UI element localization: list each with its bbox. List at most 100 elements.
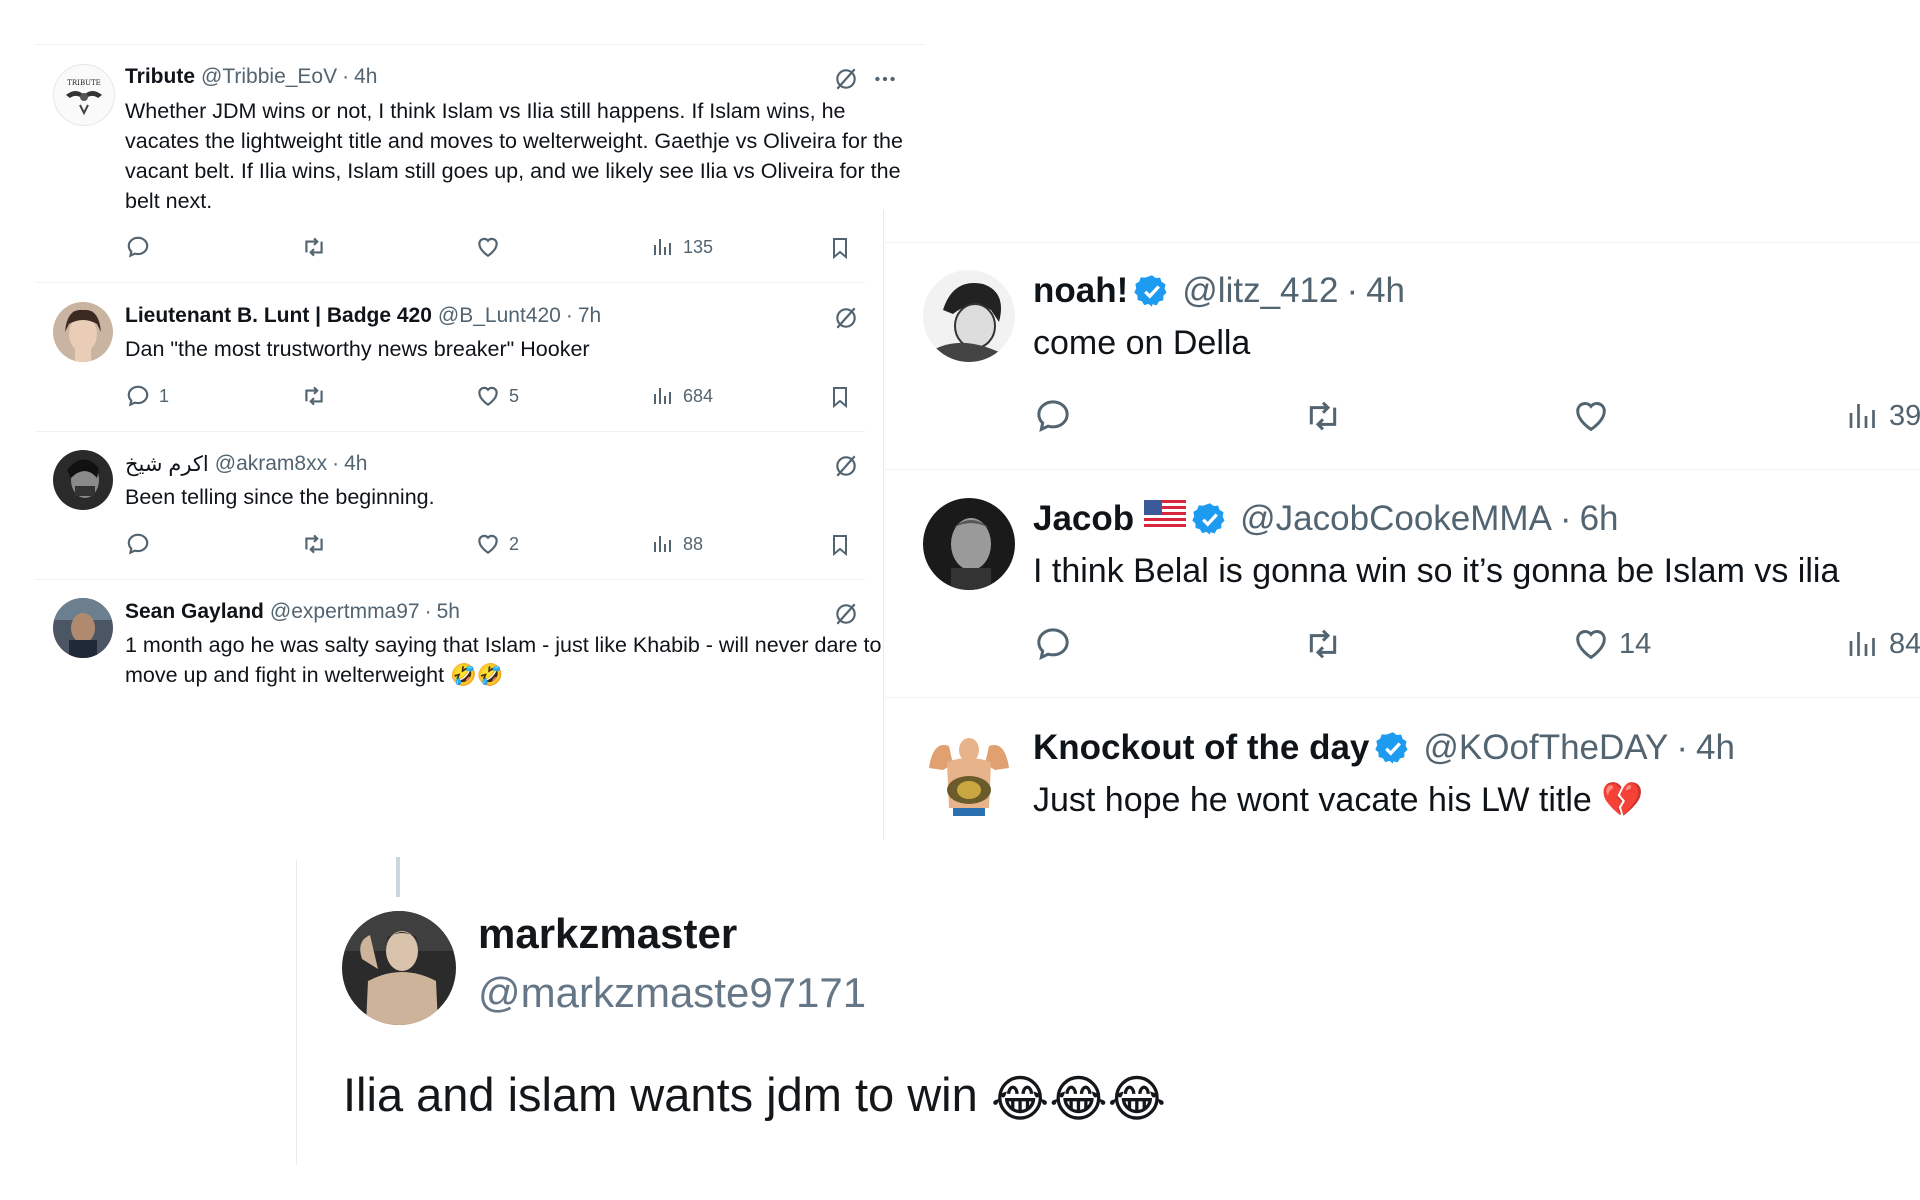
avatar[interactable] xyxy=(53,302,113,362)
like-count: 2 xyxy=(509,533,520,554)
verified-icon xyxy=(1134,273,1170,309)
divider xyxy=(883,242,1920,243)
like-button[interactable]: 2 xyxy=(475,531,519,557)
reply-icon xyxy=(127,385,149,407)
timestamp[interactable]: 4h xyxy=(354,65,377,89)
author-name[interactable]: markzmaster xyxy=(478,910,737,958)
tweet-header: Lieutenant B. Lunt | Badge 420 @B_Lunt42… xyxy=(125,301,601,331)
retweet-icon xyxy=(305,386,323,406)
separator-dot: · xyxy=(1676,728,1689,767)
views-button[interactable]: 39 xyxy=(1845,396,1920,436)
author-handle[interactable]: @markzmaste97171 xyxy=(478,969,866,1017)
grok-icon[interactable] xyxy=(833,453,859,484)
reply-text-body: Ilia and islam wants jdm to win xyxy=(343,1068,978,1121)
author-handle[interactable]: @expertmma97 xyxy=(270,600,420,624)
timestamp[interactable]: 4h xyxy=(1696,728,1735,768)
view-count: 684 xyxy=(683,385,714,406)
reply-button[interactable] xyxy=(1033,396,1073,436)
bookmark-button[interactable] xyxy=(828,383,852,411)
views-button[interactable]: 84 xyxy=(1845,624,1920,664)
divider xyxy=(35,44,925,45)
author-handle[interactable]: @Tribbie_EoV xyxy=(201,65,337,89)
like-button[interactable]: 14 xyxy=(1571,624,1651,664)
retweet-icon xyxy=(1309,401,1337,431)
reply-button[interactable] xyxy=(125,234,159,260)
panel-border xyxy=(296,860,297,1165)
reply-button[interactable]: 1 xyxy=(125,383,169,409)
author-handle[interactable]: @JacobCookeMMA xyxy=(1240,499,1552,539)
bookmark-button[interactable] xyxy=(828,234,852,262)
small-feed-screenshot: TRIBUTE Tribute @Tribbie_EoV · 4h Whethe… xyxy=(0,0,925,835)
divider xyxy=(883,469,1920,470)
views-button[interactable]: 684 xyxy=(651,383,713,409)
retweet-button[interactable] xyxy=(300,383,328,409)
avatar[interactable] xyxy=(923,498,1015,590)
tweet-header: اكرم شيخ @akram8xx · 4h xyxy=(125,449,367,479)
avatar[interactable] xyxy=(53,598,113,658)
author-handle[interactable]: @KOofTheDAY xyxy=(1423,728,1668,768)
grok-icon[interactable] xyxy=(833,66,859,97)
like-icon xyxy=(478,534,498,554)
timestamp[interactable]: 7h xyxy=(578,304,601,328)
view-count: 88 xyxy=(683,533,704,554)
author-handle[interactable]: @litz_412 xyxy=(1182,271,1338,311)
timestamp[interactable]: 4h xyxy=(1366,271,1405,311)
author-handle[interactable]: @akram8xx xyxy=(215,452,327,476)
reply-icon xyxy=(1037,628,1069,660)
tweet-text: 1 month ago he was salty saying that Isl… xyxy=(125,633,882,687)
divider xyxy=(35,282,865,283)
avatar[interactable]: TRIBUTE xyxy=(53,64,115,126)
author-name[interactable]: noah! xyxy=(1033,271,1128,311)
retweet-icon xyxy=(305,237,323,257)
avatar[interactable] xyxy=(923,728,1015,820)
like-button[interactable] xyxy=(475,234,509,260)
author-name[interactable]: Tribute xyxy=(125,65,195,89)
views-button[interactable]: 135 xyxy=(651,234,713,260)
more-icon[interactable] xyxy=(872,66,898,97)
retweet-icon xyxy=(305,534,323,554)
tweet-text: I think Belal is gonna win so it’s gonna… xyxy=(1033,552,1840,590)
reply-button[interactable] xyxy=(1033,624,1073,664)
bookmark-button[interactable] xyxy=(828,531,852,559)
views-button[interactable]: 88 xyxy=(651,531,703,557)
view-count: 39 xyxy=(1889,399,1920,432)
separator-dot: · xyxy=(1559,499,1572,538)
like-icon xyxy=(1576,402,1606,432)
views-icon xyxy=(654,239,671,255)
reply-text: Ilia and islam wants jdm to win 😂😂😂 xyxy=(343,1067,1166,1128)
author-name[interactable]: Lieutenant B. Lunt | Badge 420 xyxy=(125,304,432,328)
timestamp[interactable]: 4h xyxy=(344,452,367,476)
like-button[interactable]: 5 xyxy=(475,383,519,409)
author-name[interactable]: Sean Gayland xyxy=(125,600,264,624)
separator-dot: · xyxy=(565,304,573,327)
panel-border xyxy=(883,210,884,840)
like-button[interactable] xyxy=(1571,396,1619,436)
retweet-button[interactable] xyxy=(1301,624,1345,664)
timestamp[interactable]: 5h xyxy=(437,600,460,624)
author-handle[interactable]: @B_Lunt420 xyxy=(438,304,561,328)
avatar[interactable] xyxy=(53,450,113,510)
like-icon xyxy=(478,386,498,406)
tweet-header: noah! @litz_412 · 4h xyxy=(1033,268,1405,314)
author-name[interactable]: Knockout of the day xyxy=(1033,728,1369,768)
tweet-header: Sean Gayland @expertmma97 · 5h xyxy=(125,597,460,627)
timestamp[interactable]: 6h xyxy=(1580,499,1619,539)
thread-line xyxy=(396,857,400,897)
reply-card-screenshot: markzmaster @markzmaste97171 Ilia and is… xyxy=(0,845,1920,1200)
author-name[interactable]: Jacob xyxy=(1033,499,1134,539)
retweet-icon xyxy=(1309,629,1337,659)
tweet-header: Jacob @JacobCookeMMA · 6h xyxy=(1033,496,1619,542)
grok-icon[interactable] xyxy=(833,305,859,336)
reply-icon xyxy=(127,533,149,555)
author-name[interactable]: اكرم شيخ xyxy=(125,452,209,477)
retweet-button[interactable] xyxy=(1301,396,1345,436)
grok-icon[interactable] xyxy=(833,601,859,632)
retweet-button[interactable] xyxy=(300,531,328,557)
avatar[interactable] xyxy=(923,270,1015,362)
tweet-header: Tribute @Tribbie_EoV · 4h xyxy=(125,62,377,92)
avatar[interactable] xyxy=(342,911,456,1025)
retweet-button[interactable] xyxy=(300,234,328,260)
view-count: 135 xyxy=(683,236,714,257)
reply-button[interactable] xyxy=(125,531,159,557)
views-icon xyxy=(1849,632,1875,656)
